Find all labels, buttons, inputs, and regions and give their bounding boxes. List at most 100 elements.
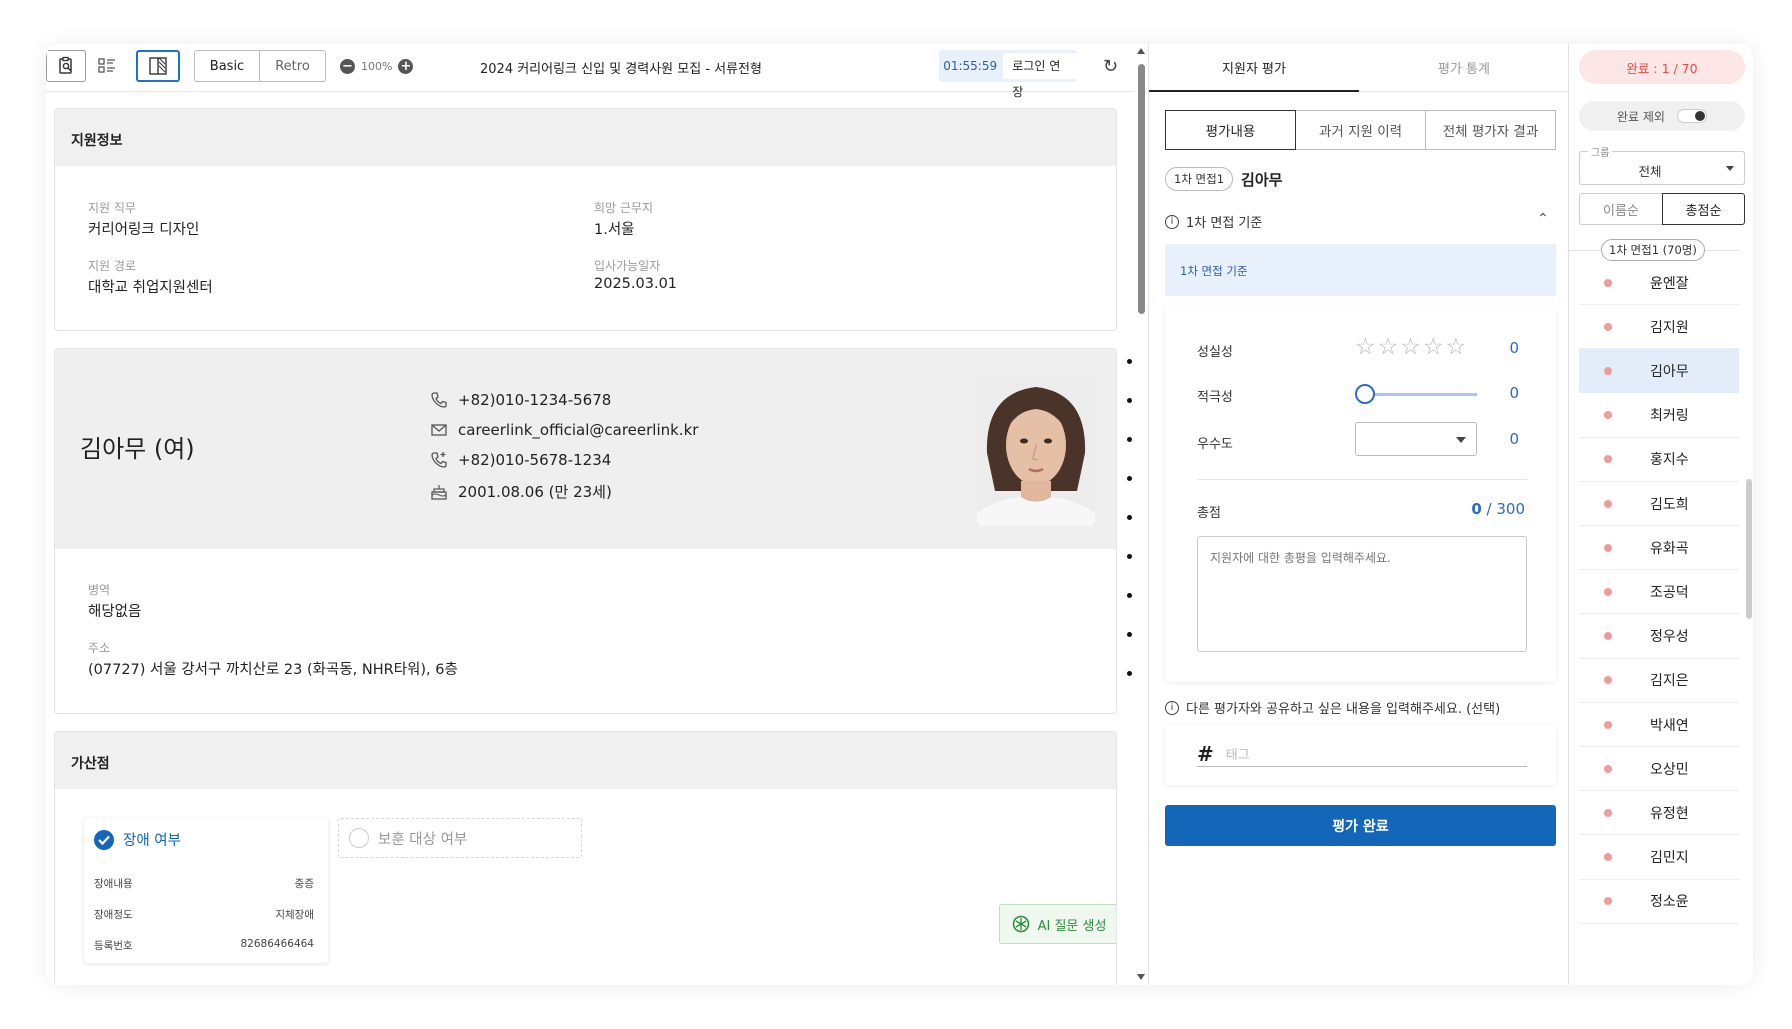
list-item[interactable]: 유정현 <box>1579 791 1739 836</box>
list-item[interactable]: 김도희 <box>1579 482 1739 526</box>
list-item[interactable]: 윤엔잘 <box>1579 261 1739 305</box>
list-item[interactable]: 정소윤 <box>1579 880 1739 924</box>
sort-by-score[interactable]: 총점순 <box>1662 193 1745 225</box>
list-item[interactable]: 김지은 <box>1579 659 1739 703</box>
login-extend-button[interactable]: 로그인 연장 <box>1003 53 1077 99</box>
star-icon[interactable]: ☆ <box>1446 334 1467 360</box>
subtab-all-results[interactable]: 전체 평가자 결과 <box>1425 110 1556 150</box>
applicant-header: 1차 면접1 김아무 <box>1165 167 1282 191</box>
list-item[interactable]: 박새연 <box>1579 703 1739 747</box>
scroll-up-icon[interactable] <box>1137 48 1145 54</box>
chevron-up-icon[interactable]: ⌃ <box>1537 211 1549 227</box>
tab-eval-stats[interactable]: 평가 통계 <box>1359 44 1569 92</box>
star-icon[interactable]: ☆ <box>1378 334 1399 360</box>
subtab-eval-content[interactable]: 평가내용 <box>1165 110 1296 150</box>
subtab-past-history[interactable]: 과거 지원 이력 <box>1295 110 1426 150</box>
outline-dot[interactable] <box>1127 437 1132 442</box>
status-dot <box>1604 543 1612 552</box>
mode-retro-button[interactable]: Retro <box>260 50 326 82</box>
star-icon[interactable]: ☆ <box>1355 334 1376 360</box>
criterion-score: 0 <box>1509 384 1519 402</box>
eval-applicant-name: 김아무 <box>1241 170 1283 189</box>
criterion-score: 0 <box>1509 339 1519 357</box>
applicant-list-name: 조공덕 <box>1650 584 1689 601</box>
star-icon[interactable]: ☆ <box>1400 334 1421 360</box>
birth-text: 2001.08.06 (만 23세) <box>458 483 612 501</box>
list-item[interactable]: 홍지수 <box>1579 438 1739 482</box>
outline-dot[interactable] <box>1127 398 1132 403</box>
group-title: 1차 면접1 (70명) <box>1601 239 1705 261</box>
row-value: 82686466464 <box>240 938 315 950</box>
contact-phone2: +82)010-5678-1234 <box>430 451 698 469</box>
outline-dot[interactable] <box>1127 593 1132 598</box>
exclude-completed-toggle[interactable]: 완료 제외 <box>1579 101 1745 131</box>
list-item[interactable]: 김지원 <box>1579 305 1739 350</box>
exclude-label: 완료 제외 <box>1617 109 1665 124</box>
scroll-down-icon[interactable] <box>1137 974 1145 980</box>
list-item[interactable]: 조공덕 <box>1579 570 1739 615</box>
contact-email: careerlink_official@careerlink.kr <box>430 421 698 439</box>
group-select[interactable]: 그룹 전체 <box>1579 144 1745 185</box>
ai-question-button[interactable]: AI 질문 생성 <box>999 904 1116 944</box>
sort-by-name[interactable]: 이름순 <box>1579 193 1663 225</box>
status-dot <box>1604 499 1612 508</box>
applicant-list-name: 박새연 <box>1650 717 1689 734</box>
zoom-out-icon[interactable]: − <box>340 59 355 74</box>
criteria-header[interactable]: i 1차 면접 기준 <box>1165 212 1262 231</box>
outline-dot[interactable] <box>1127 359 1132 364</box>
document-scrollbar[interactable] <box>1134 44 1148 985</box>
list-scroll-thumb[interactable] <box>1746 479 1752 619</box>
field-value: 1.서울 <box>594 222 635 238</box>
toggle-switch[interactable] <box>1676 109 1707 123</box>
applicant-list-name: 오상민 <box>1650 761 1689 778</box>
submit-evaluation-button[interactable]: 평가 완료 <box>1165 805 1556 846</box>
slider[interactable] <box>1355 384 1477 404</box>
outline-dot[interactable] <box>1127 554 1132 559</box>
star-icon[interactable]: ☆ <box>1423 334 1444 360</box>
comment-textarea[interactable] <box>1197 536 1527 652</box>
criterion-label: 우수도 <box>1197 437 1233 452</box>
clipboard-search-button[interactable] <box>46 50 86 82</box>
criterion-score: 0 <box>1509 430 1519 448</box>
outline-dot[interactable] <box>1127 515 1132 520</box>
list-item[interactable]: 김아무 <box>1579 349 1739 394</box>
outline-dot[interactable] <box>1127 671 1132 676</box>
document-title: 2024 커리어링크 신입 및 경력사원 모집 - 서류전형 <box>480 62 762 77</box>
list-item[interactable]: 김민지 <box>1579 836 1739 880</box>
mode-basic-button[interactable]: Basic <box>194 50 260 82</box>
status-dot <box>1604 720 1612 729</box>
grade-select[interactable] <box>1355 422 1477 456</box>
criteria-title: 1차 면접 기준 <box>1186 216 1263 231</box>
contact-birth: 2001.08.06 (만 23세) <box>430 481 698 502</box>
list-item[interactable]: 정우성 <box>1579 615 1739 659</box>
applicant-list-name: 유정현 <box>1650 805 1689 822</box>
field-value: 대학교 취업지원센터 <box>88 280 213 296</box>
phone-add-icon <box>431 452 447 468</box>
protected-checkbox[interactable]: 보훈 대상 여부 <box>338 818 582 858</box>
tag-input[interactable]: # 태그 <box>1197 741 1527 767</box>
list-view-button[interactable] <box>90 50 124 82</box>
tag-box: # 태그 <box>1165 725 1556 785</box>
star-rating[interactable]: ☆ ☆ ☆ ☆ ☆ <box>1355 334 1468 360</box>
list-item[interactable]: 최커링 <box>1579 394 1739 438</box>
share-note-text: 다른 평가자와 공유하고 싶은 내용을 입력해주세요. (선택) <box>1186 702 1501 717</box>
contact-phone: +82)010-1234-5678 <box>430 391 698 409</box>
bonus-row: 등록번호 82686466464 <box>94 938 314 953</box>
refresh-icon[interactable]: ↻ <box>1103 56 1118 77</box>
outline-dot[interactable] <box>1127 632 1132 637</box>
split-view-button[interactable] <box>136 50 180 82</box>
list-item[interactable]: 오상민 <box>1579 747 1739 792</box>
tab-applicant-eval[interactable]: 지원자 평가 <box>1149 44 1359 92</box>
field-value: 커리어링크 디자인 <box>88 222 200 238</box>
status-dot <box>1604 411 1612 420</box>
disability-label: 장애 여부 <box>123 833 181 849</box>
scroll-thumb[interactable] <box>1138 64 1145 314</box>
disability-checkbox[interactable]: 장애 여부 <box>94 829 181 850</box>
status-dot <box>1604 278 1612 287</box>
address-label: 주소 <box>88 641 111 655</box>
list-item[interactable]: 유화곡 <box>1579 526 1739 571</box>
applicant-list-name: 김아무 <box>1650 364 1689 381</box>
outline-dot[interactable] <box>1127 476 1132 481</box>
app-window: Basic Retro − 100% + 2024 커리어링크 신입 및 경력사… <box>46 44 1753 985</box>
slider-handle[interactable] <box>1355 384 1375 404</box>
